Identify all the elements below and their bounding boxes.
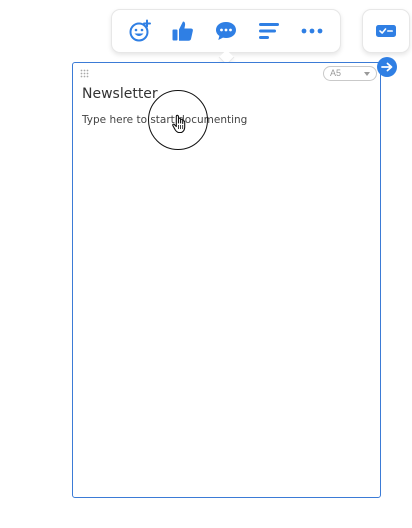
add-emoji-button[interactable] [124,15,156,47]
chat-bubble-icon [215,22,236,40]
emoji-plus-icon [129,19,151,42]
page-size-select[interactable]: A5 [323,66,377,81]
page-size-value: A5 [330,68,342,78]
next-page-button[interactable] [377,57,397,77]
more-button[interactable] [296,15,328,47]
checklist-card-icon [376,25,396,37]
side-panel-button[interactable] [362,9,410,53]
comment-button[interactable] [210,15,242,47]
text-align-button[interactable] [253,15,285,47]
page-body-editor[interactable]: Type here to start documenting [82,114,247,126]
chevron-down-icon [364,72,370,76]
floating-toolbar [111,9,341,53]
arrow-right-icon [381,62,393,72]
page-title[interactable]: Newsletter [82,86,158,102]
document-page[interactable]: A5 Newsletter Type here to start documen… [72,62,381,498]
more-dots-icon [301,28,323,34]
like-button[interactable] [167,15,199,47]
align-left-icon [259,23,280,39]
drag-handle-icon[interactable] [80,69,89,78]
thumbs-up-icon [172,21,193,41]
